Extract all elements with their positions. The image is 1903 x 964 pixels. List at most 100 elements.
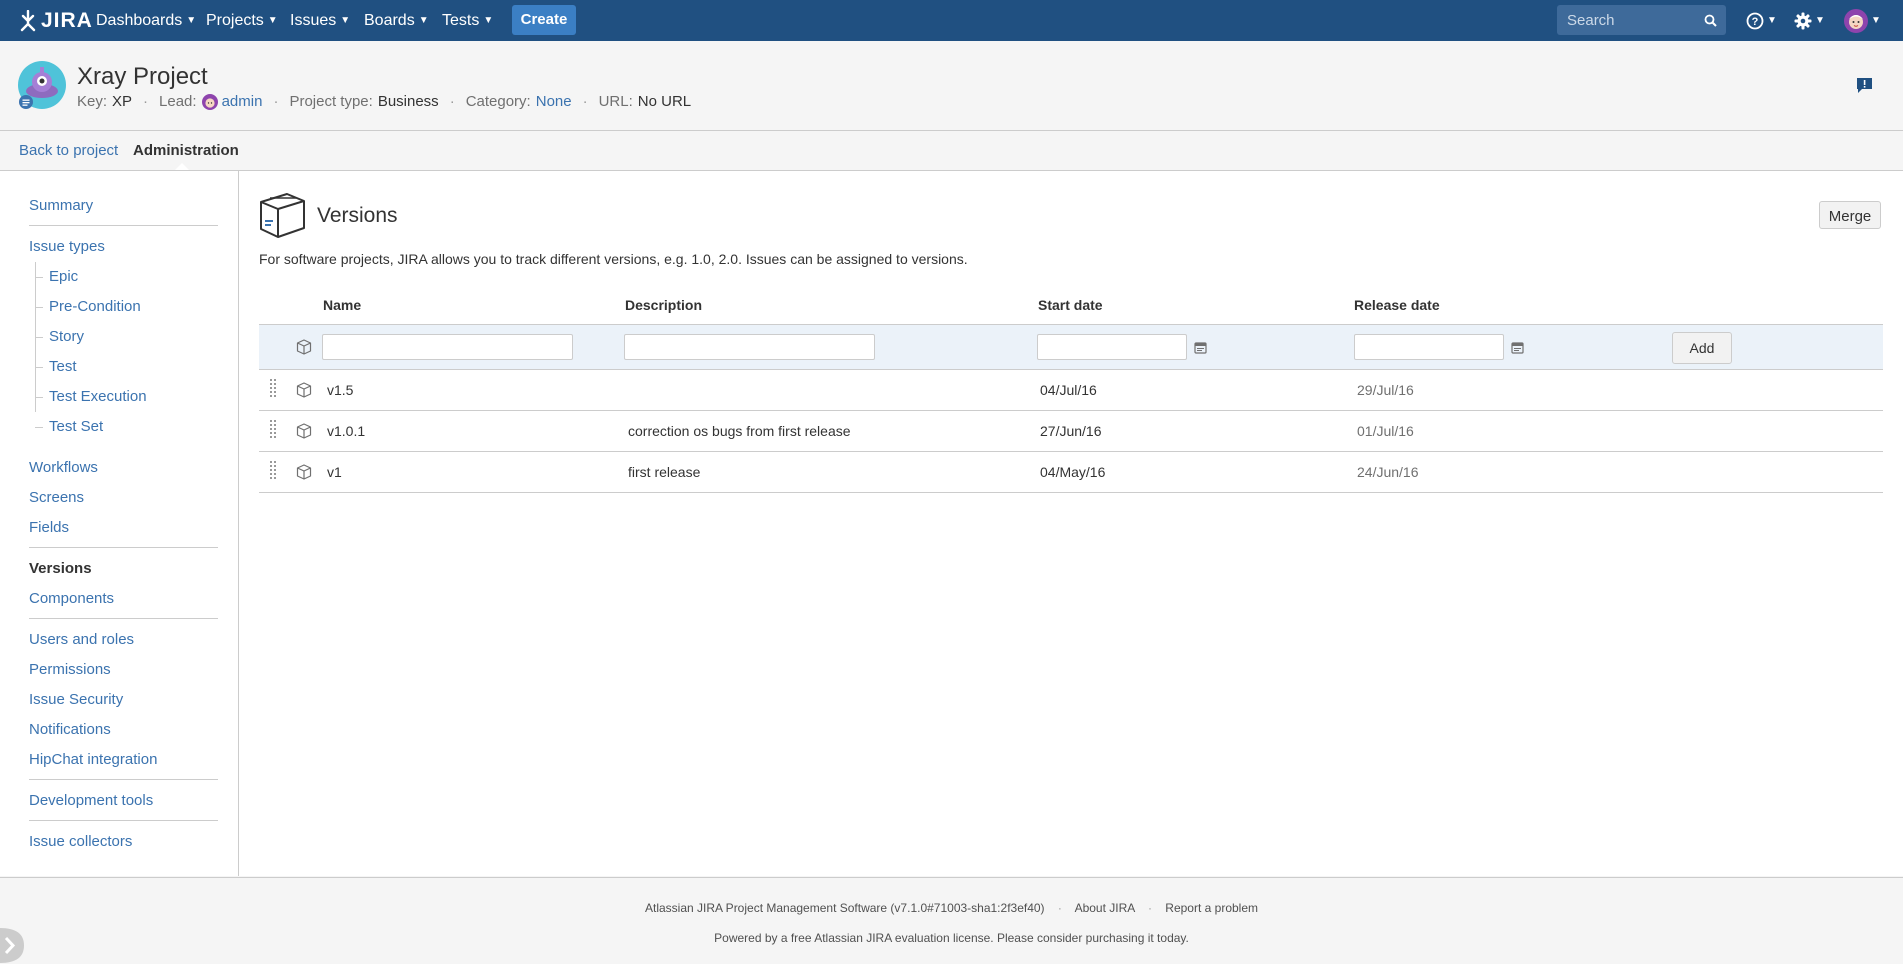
sidebar-item-fields[interactable]: Fields <box>29 519 69 536</box>
lead-avatar-icon <box>201 93 218 110</box>
footer-separator: · <box>1147 901 1152 915</box>
version-name[interactable]: v1 <box>327 464 342 480</box>
jira-logo[interactable]: JIRA <box>19 8 93 34</box>
versions-package-icon <box>260 193 305 238</box>
about-jira-link[interactable]: About JIRA <box>1075 901 1135 915</box>
back-to-project-link[interactable]: Back to project <box>19 142 118 159</box>
nav-tests-label: Tests <box>442 12 480 29</box>
meta-separator: · <box>582 93 588 110</box>
package-icon <box>296 382 312 398</box>
sidebar-item-summary[interactable]: Summary <box>29 197 93 214</box>
report-problem-link[interactable]: Report a problem <box>1165 901 1258 915</box>
nav-issues-label: Issues <box>290 12 337 29</box>
sidebar-item-permissions[interactable]: Permissions <box>29 661 111 678</box>
package-icon <box>296 339 312 355</box>
sidebar-item-pre-condition[interactable]: Pre-Condition <box>49 298 141 315</box>
sidebar-item-test[interactable]: Test <box>49 358 77 375</box>
top-navigation-bar: JIRA Dashboards ▼ Projects ▼ Issues ▼ Board… <box>0 0 1903 41</box>
search-input[interactable] <box>1557 5 1707 35</box>
sidebar-item-test-set[interactable]: Test Set <box>49 418 103 435</box>
sidebar-item-workflows[interactable]: Workflows <box>29 459 98 476</box>
table-row[interactable]: v1 first release 04/May/16 24/Jun/16 <box>259 452 1883 493</box>
feedback-icon[interactable] <box>1856 77 1873 94</box>
merge-button[interactable]: Merge <box>1819 201 1881 229</box>
project-lead-link[interactable]: admin <box>222 93 263 110</box>
nav-projects[interactable]: Projects ▼ <box>206 0 278 41</box>
add-version-button[interactable]: Add <box>1672 332 1732 364</box>
help-menu[interactable]: ? ▼ <box>1746 0 1777 41</box>
version-start-date: 04/Jul/16 <box>1040 382 1097 398</box>
sidebar-tree-tick <box>35 307 43 308</box>
gear-icon <box>1794 12 1812 29</box>
version-start-date: 04/May/16 <box>1040 464 1106 480</box>
versions-description: For software projects, JIRA allows you t… <box>259 251 968 267</box>
version-name[interactable]: v1.0.1 <box>327 423 365 439</box>
sidebar-item-issue-types[interactable]: Issue types <box>29 238 105 255</box>
nav-issues[interactable]: Issues ▼ <box>290 0 350 41</box>
calendar-icon[interactable] <box>1194 341 1207 354</box>
start-date-input[interactable] <box>1037 334 1187 360</box>
svg-text:?: ? <box>1752 16 1759 28</box>
version-release-date: 24/Jun/16 <box>1357 464 1419 480</box>
search-icon[interactable] <box>1704 14 1717 27</box>
nav-dashboards[interactable]: Dashboards ▼ <box>96 0 196 41</box>
table-row[interactable]: v1.0.1 correction os bugs from first rel… <box>259 411 1883 452</box>
table-row[interactable]: v1.5 04/Jul/16 29/Jul/16 <box>259 370 1883 411</box>
add-version-row: Add <box>259 325 1883 370</box>
sidebar-item-screens[interactable]: Screens <box>29 489 84 506</box>
project-avatar-icon[interactable] <box>18 61 66 109</box>
project-header: Xray Project Key: XP · Lead: admin · Pro… <box>0 41 1903 131</box>
sidebar-tree-tick <box>35 367 43 368</box>
sidebar-divider <box>29 618 218 619</box>
footer-software-version: Atlassian JIRA Project Management Softwa… <box>644 901 1045 915</box>
version-description-input[interactable] <box>624 334 875 360</box>
sidebar-item-users-and-roles[interactable]: Users and roles <box>29 631 134 648</box>
meta-separator: · <box>143 93 149 110</box>
nav-projects-label: Projects <box>206 12 264 29</box>
drag-handle-icon[interactable] <box>270 461 276 481</box>
sidebar-item-issue-security[interactable]: Issue Security <box>29 691 123 708</box>
column-header-start-date: Start date <box>1038 297 1103 313</box>
chevron-down-icon: ▼ <box>418 15 429 26</box>
sidebar-tree-tick <box>35 427 43 428</box>
sidebar-item-test-execution[interactable]: Test Execution <box>49 388 147 405</box>
version-name-input[interactable] <box>322 334 573 360</box>
chevron-right-icon[interactable] <box>0 928 24 963</box>
sidebar-item-epic[interactable]: Epic <box>49 268 78 285</box>
main-content: Versions Merge For software projects, JI… <box>239 171 1903 876</box>
project-title: Xray Project <box>77 63 208 90</box>
version-start-date: 27/Jun/16 <box>1040 423 1102 439</box>
chevron-down-icon: ▼ <box>483 15 494 26</box>
sidebar-divider <box>29 779 218 780</box>
project-category-link[interactable]: None <box>536 93 572 110</box>
admin-settings-menu[interactable]: ▼ <box>1794 0 1825 41</box>
release-date-input[interactable] <box>1354 334 1504 360</box>
admin-sidebar: Summary Issue types Epic Pre-Condition S… <box>0 171 239 876</box>
package-icon <box>296 423 312 439</box>
footer-separator: · <box>1057 901 1062 915</box>
administration-tab[interactable]: Administration <box>133 142 239 159</box>
version-name[interactable]: v1.5 <box>327 382 353 398</box>
nav-tests[interactable]: Tests ▼ <box>442 0 493 41</box>
project-key-label: Key: <box>77 93 108 110</box>
sidebar-item-notifications[interactable]: Notifications <box>29 721 111 738</box>
sidebar-item-versions[interactable]: Versions <box>29 560 92 577</box>
drag-handle-icon[interactable] <box>270 379 276 399</box>
project-url-label: URL: <box>598 93 633 110</box>
user-profile-menu[interactable]: ▼ <box>1844 0 1881 41</box>
column-header-description: Description <box>625 297 703 313</box>
create-button[interactable]: Create <box>512 5 576 35</box>
sidebar-item-issue-collectors[interactable]: Issue collectors <box>29 833 132 850</box>
sidebar-item-development-tools[interactable]: Development tools <box>29 792 153 809</box>
sidebar-item-hipchat-integration[interactable]: HipChat integration <box>29 751 157 768</box>
nav-boards[interactable]: Boards ▼ <box>364 0 429 41</box>
project-url: No URL <box>637 93 692 110</box>
version-release-date: 29/Jul/16 <box>1357 382 1414 398</box>
sidebar-item-story[interactable]: Story <box>49 328 84 345</box>
calendar-icon[interactable] <box>1511 341 1524 354</box>
package-icon <box>296 464 312 480</box>
sidebar-item-components[interactable]: Components <box>29 590 114 607</box>
project-lead-label: Lead: <box>159 93 197 110</box>
project-type-label: Project type: <box>289 93 373 110</box>
drag-handle-icon[interactable] <box>270 420 276 440</box>
